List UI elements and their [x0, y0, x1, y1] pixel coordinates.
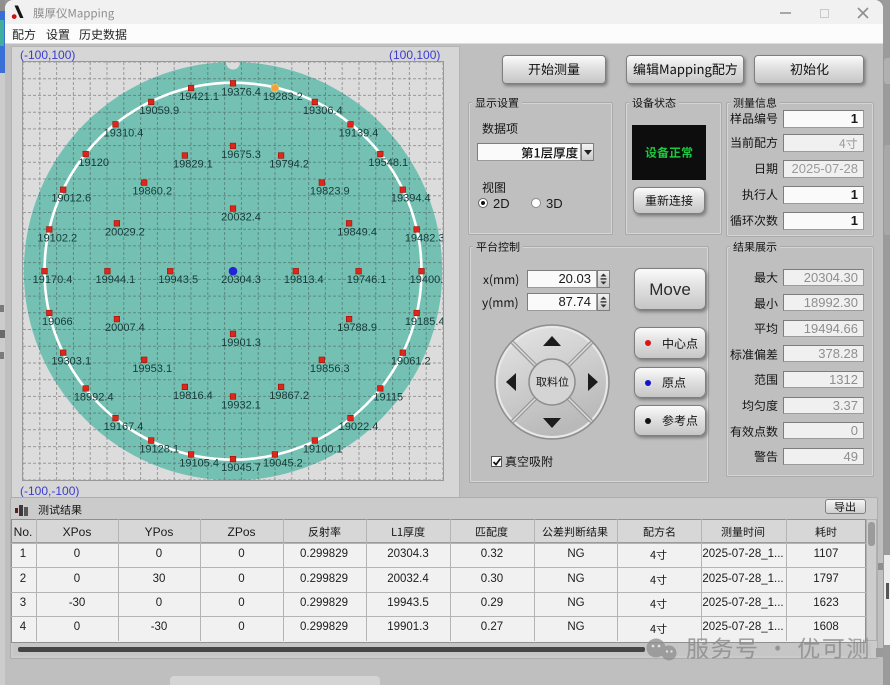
svg-text:19860.2: 19860.2 — [132, 186, 172, 198]
svg-text:19012.6: 19012.6 — [51, 193, 91, 205]
svg-text:19944.1: 19944.1 — [96, 274, 136, 286]
svg-text:19953.1: 19953.1 — [132, 363, 172, 375]
svg-text:19394.4: 19394.4 — [391, 193, 431, 205]
svg-text:19100.1: 19100.1 — [303, 444, 343, 456]
svg-text:19170.4: 19170.4 — [33, 274, 73, 286]
svg-text:19813.4: 19813.4 — [284, 274, 324, 286]
svg-text:19932.1: 19932.1 — [221, 400, 261, 412]
svg-text:19139.4: 19139.4 — [339, 127, 379, 139]
svg-text:19816.4: 19816.4 — [173, 390, 213, 402]
svg-text:19856.3: 19856.3 — [310, 363, 350, 375]
svg-text:19061.2: 19061.2 — [391, 356, 431, 368]
svg-text:20007.4: 20007.4 — [105, 322, 145, 334]
svg-text:20304.3: 20304.3 — [221, 274, 261, 286]
svg-text:18992.4: 18992.4 — [74, 391, 114, 403]
svg-text:19901.3: 19901.3 — [221, 337, 261, 349]
svg-text:19794.2: 19794.2 — [269, 159, 309, 171]
svg-text:19482.3: 19482.3 — [405, 232, 443, 244]
svg-text:20032.4: 20032.4 — [221, 212, 261, 224]
svg-text:20029.2: 20029.2 — [105, 226, 145, 238]
svg-text:19059.9: 19059.9 — [139, 105, 179, 117]
svg-text:19376.4: 19376.4 — [221, 86, 261, 98]
svg-text:19823.9: 19823.9 — [310, 186, 350, 198]
svg-text:19283.2: 19283.2 — [263, 91, 303, 103]
svg-text:19045.2: 19045.2 — [263, 457, 303, 469]
svg-text:19045.7: 19045.7 — [221, 462, 261, 474]
svg-text:19675.3: 19675.3 — [221, 149, 261, 161]
svg-text:19421.1: 19421.1 — [179, 91, 219, 103]
svg-text:19185.4: 19185.4 — [405, 316, 443, 328]
svg-text:19066: 19066 — [42, 316, 73, 328]
svg-text:19867.2: 19867.2 — [269, 390, 309, 402]
svg-text:19120: 19120 — [78, 157, 109, 169]
svg-text:19788.9: 19788.9 — [337, 322, 377, 334]
svg-text:19115: 19115 — [373, 391, 403, 403]
svg-text:19829.1: 19829.1 — [173, 159, 213, 171]
svg-text:19105.4: 19105.4 — [179, 457, 219, 469]
svg-text:19400.1: 19400.1 — [410, 274, 443, 286]
svg-text:19022.4: 19022.4 — [339, 421, 379, 433]
svg-text:19303.1: 19303.1 — [51, 356, 91, 368]
svg-text:19306.4: 19306.4 — [303, 105, 343, 117]
svg-text:19128.1: 19128.1 — [139, 444, 179, 456]
svg-text:19746.1: 19746.1 — [347, 274, 387, 286]
svg-text:19167.4: 19167.4 — [104, 421, 144, 433]
svg-text:19849.4: 19849.4 — [337, 226, 377, 238]
svg-text:19310.4: 19310.4 — [104, 127, 144, 139]
svg-text:19548.1: 19548.1 — [368, 157, 408, 169]
svg-text:19102.2: 19102.2 — [37, 232, 77, 244]
svg-text:19943.5: 19943.5 — [158, 274, 198, 286]
